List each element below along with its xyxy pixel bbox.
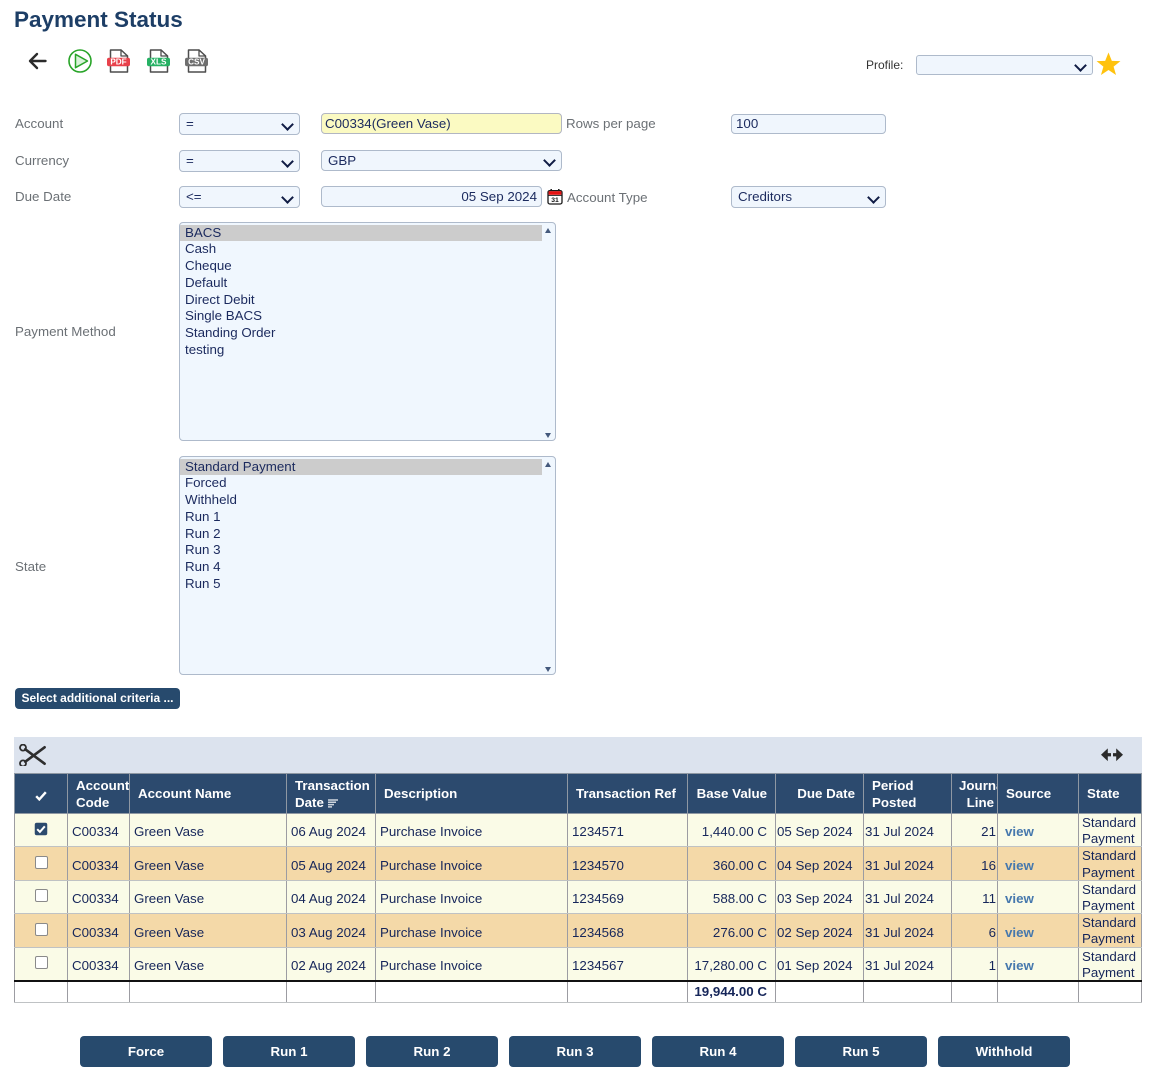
svg-text:CSV: CSV <box>188 58 205 67</box>
svg-text:31: 31 <box>551 197 559 204</box>
svg-text:PDF: PDF <box>110 58 126 67</box>
svg-text:XLS: XLS <box>151 58 167 67</box>
